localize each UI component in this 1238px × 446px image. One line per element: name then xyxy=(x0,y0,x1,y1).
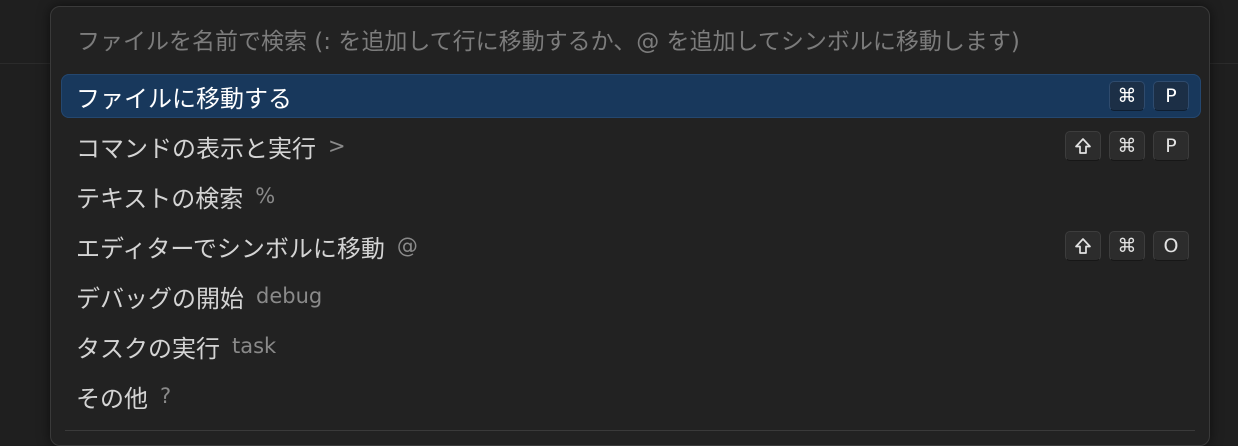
list-item-label: ファイルに移動する xyxy=(76,84,292,113)
list-item-prefix: > xyxy=(328,134,346,158)
shift-key xyxy=(1065,131,1101,161)
shift-icon xyxy=(1075,138,1091,154)
list-item-start-debugging[interactable]: デバッグの開始 debug xyxy=(61,274,1201,318)
list-item-run-task[interactable]: タスクの実行 task xyxy=(61,324,1201,368)
keybinding: ⌘ O xyxy=(1065,231,1189,261)
list-item-go-to-symbol[interactable]: エディターでシンボルに移動 @ ⌘ O xyxy=(61,224,1201,268)
keybinding: ⌘ P xyxy=(1065,131,1189,161)
command-key: ⌘ xyxy=(1109,81,1145,111)
command-key: ⌘ xyxy=(1109,131,1145,161)
list-bottom-divider xyxy=(65,430,1195,431)
p-key: P xyxy=(1153,81,1189,111)
list-item-prefix: task xyxy=(232,334,277,358)
shift-key xyxy=(1065,231,1101,261)
list-item-label: タスクの実行 xyxy=(76,334,220,363)
list-item-label: エディターでシンボルに移動 xyxy=(76,234,385,263)
list-item-prefix: ? xyxy=(160,384,172,408)
quick-open-palette: ファイルに移動する ⌘ P コマンドの表示と実行 > ⌘ P テキストの検索 xyxy=(50,6,1210,446)
list-item-search-text[interactable]: テキストの検索 % xyxy=(61,174,1201,218)
list-item-show-commands[interactable]: コマンドの表示と実行 > ⌘ P xyxy=(61,124,1201,168)
list-item-label: テキストの検索 xyxy=(76,184,244,213)
quick-open-list: ファイルに移動する ⌘ P コマンドの表示と実行 > ⌘ P テキストの検索 %… xyxy=(61,74,1201,424)
list-item-prefix: % xyxy=(255,184,276,208)
command-key: ⌘ xyxy=(1109,231,1145,261)
quick-open-search-input[interactable] xyxy=(61,11,1197,73)
shift-icon xyxy=(1075,238,1091,254)
list-item-label: その他 xyxy=(76,384,148,413)
list-item-more[interactable]: その他 ? xyxy=(61,374,1201,418)
list-item-prefix: @ xyxy=(396,234,418,258)
keybinding: ⌘ P xyxy=(1109,81,1189,111)
list-item-prefix: debug xyxy=(256,284,323,308)
list-item-go-to-file[interactable]: ファイルに移動する ⌘ P xyxy=(61,74,1201,118)
list-item-label: デバッグの開始 xyxy=(76,284,244,313)
p-key: P xyxy=(1153,131,1189,161)
o-key: O xyxy=(1153,231,1189,261)
list-item-label: コマンドの表示と実行 xyxy=(76,134,316,163)
